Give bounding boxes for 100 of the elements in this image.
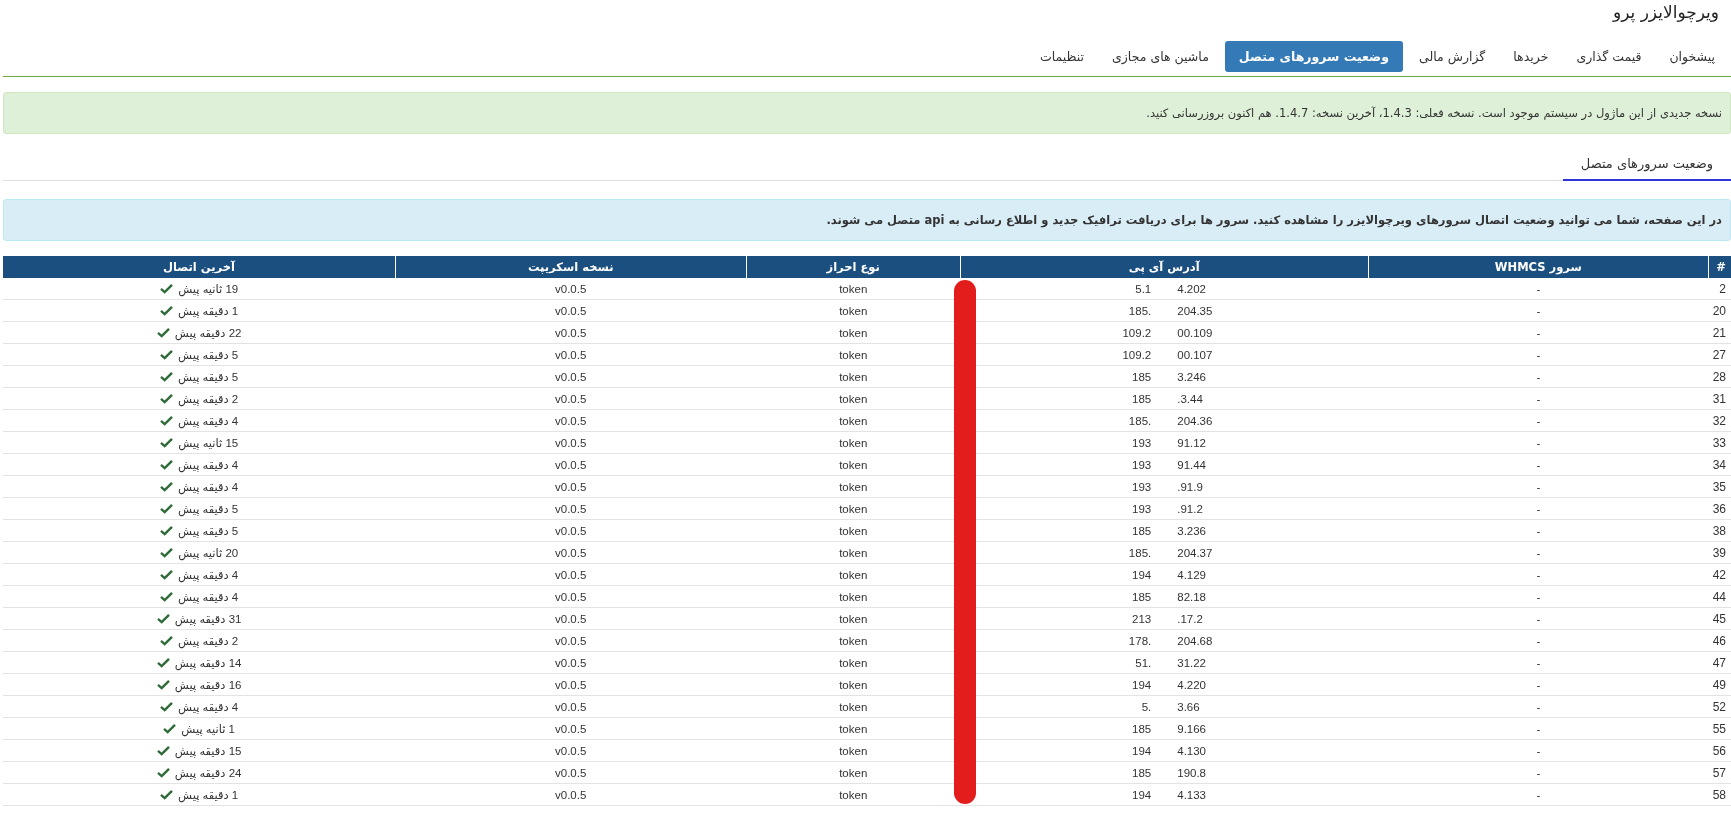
table-cell: v0.0.5 (395, 629, 747, 652)
ip-text: 185. (1127, 546, 1153, 559)
table-cell: - (1368, 717, 1709, 740)
table-cell: 49 (1708, 673, 1731, 696)
nav-tab[interactable]: پیشخوان (1657, 41, 1727, 72)
table-cell: 56 (1708, 739, 1731, 762)
table-cell: - (1368, 387, 1709, 410)
table-cell: v0.0.5 (395, 409, 747, 432)
ip-text: 190.8 (1176, 766, 1207, 779)
table-cell: v0.0.5 (395, 651, 747, 674)
table-cell: - (1368, 497, 1709, 520)
table-cell: 42 (1708, 563, 1731, 586)
ip-text: 3.236 (1176, 524, 1207, 537)
ip-text: 178. (1127, 634, 1153, 647)
ip-text: 204.37 (1176, 546, 1214, 559)
table-cell: - (1368, 761, 1709, 784)
ip-text: 9.166 (1176, 722, 1207, 735)
last-seen-text: 2 دقیقه پیش (178, 391, 239, 406)
table-cell: 2 (1708, 278, 1731, 300)
ip-text: 204.35 (1176, 304, 1214, 317)
table-cell: 33 (1708, 431, 1731, 454)
table-cell: v0.0.5 (395, 783, 747, 806)
section-tab[interactable]: وضعیت سرورهای متصل (1562, 150, 1731, 181)
table-cell: - (1368, 695, 1709, 718)
table-cell: v0.0.5 (395, 453, 747, 476)
nav-tab[interactable]: گزارش مالی (1406, 41, 1498, 72)
table-cell: 35 (1708, 475, 1731, 498)
nav-tab[interactable]: ماشین های مجازی (1100, 41, 1221, 72)
ip-text: 194 (1131, 744, 1153, 757)
table-cell: 20 (1708, 299, 1731, 322)
table-cell: - (1368, 278, 1709, 300)
ip-text: 3.66 (1176, 700, 1201, 713)
ip-text: 31.22 (1176, 656, 1207, 669)
column-header: # (1708, 256, 1731, 278)
ip-text: 4.130 (1176, 744, 1207, 757)
column-header: نسخه اسکریپت (395, 256, 747, 278)
ip-text: 194 (1131, 788, 1153, 801)
table-cell: v0.0.5 (395, 739, 747, 762)
table-cell: - (1368, 651, 1709, 674)
ip-text: 4.133 (1176, 788, 1207, 801)
last-seen-text: 14 دقیقه پیش (174, 655, 242, 670)
last-seen-text: 4 دقیقه پیش (178, 479, 239, 494)
table-cell: - (1368, 343, 1709, 366)
table-cell: 47 (1708, 651, 1731, 674)
page-title: ویرچوالایزر پرو (1611, 1, 1720, 25)
ip-text: 109.2 (1121, 348, 1153, 361)
table-cell: 36 (1708, 497, 1731, 520)
last-seen-text: 15 دقیقه پیش (174, 743, 242, 758)
table-cell: v0.0.5 (395, 475, 747, 498)
table-cell: v0.0.5 (395, 717, 747, 740)
table-cell: v0.0.5 (395, 563, 747, 586)
table-cell: 34 (1708, 453, 1731, 476)
ip-text: .17.2 (1176, 612, 1204, 625)
table-cell: v0.0.5 (395, 519, 747, 542)
table-cell: 57 (1708, 761, 1731, 784)
table-cell: v0.0.5 (395, 497, 747, 520)
ip-text: 91.12 (1176, 436, 1207, 449)
column-header: آدرس آی پی (960, 256, 1369, 278)
table-cell: - (1368, 607, 1709, 630)
table-cell: v0.0.5 (395, 299, 747, 322)
ip-text: 185 (1131, 392, 1153, 405)
column-header: آخرین اتصال (3, 256, 396, 278)
nav-tab[interactable]: وضعیت سرورهای متصل (1224, 41, 1403, 72)
nav-tab[interactable]: تنظیمات (1027, 41, 1097, 72)
last-seen-text: 1 دقیقه پیش (178, 303, 239, 318)
ip-text: 185. (1127, 304, 1153, 317)
table-cell: 44 (1708, 585, 1731, 608)
table-cell: v0.0.5 (395, 585, 747, 608)
ip-text: 109.2 (1121, 326, 1153, 339)
table-cell: - (1368, 519, 1709, 542)
ip-text: 4.220 (1176, 678, 1207, 691)
table-cell: v0.0.5 (395, 343, 747, 366)
ip-text: 185 (1131, 766, 1153, 779)
ip-text: 204.68 (1176, 634, 1214, 647)
last-seen-text: 4 دقیقه پیش (178, 413, 239, 428)
last-seen-text: 19 ثانیه پیش (178, 281, 239, 296)
ip-text: 194 (1131, 568, 1153, 581)
table-cell: v0.0.5 (395, 278, 747, 300)
table-cell: 31 (1708, 387, 1731, 410)
table-cell: - (1368, 321, 1709, 344)
last-seen-text: 5 دقیقه پیش (178, 523, 239, 538)
table-cell: - (1368, 541, 1709, 564)
ip-text: 82.18 (1176, 590, 1207, 603)
ip-text: .91.9 (1176, 480, 1204, 493)
ip-text: 213 (1131, 612, 1153, 625)
last-seen-text: 16 دقیقه پیش (174, 677, 242, 692)
table-cell: 21 (1708, 321, 1731, 344)
nav-tab[interactable]: خریدها (1501, 41, 1561, 72)
table-cell: 52 (1708, 695, 1731, 718)
ip-text: 5.1 (1134, 282, 1153, 295)
table-cell: - (1368, 431, 1709, 454)
last-seen-text: 5 دقیقه پیش (178, 347, 239, 362)
table-cell: - (1368, 453, 1709, 476)
ip-text: 185 (1131, 590, 1153, 603)
ip-text: 185. (1127, 414, 1153, 427)
table-cell: - (1368, 409, 1709, 432)
table-cell: v0.0.5 (395, 761, 747, 784)
table-cell: 38 (1708, 519, 1731, 542)
table-cell: 27 (1708, 343, 1731, 366)
nav-tab[interactable]: قیمت گذاری (1564, 41, 1654, 72)
